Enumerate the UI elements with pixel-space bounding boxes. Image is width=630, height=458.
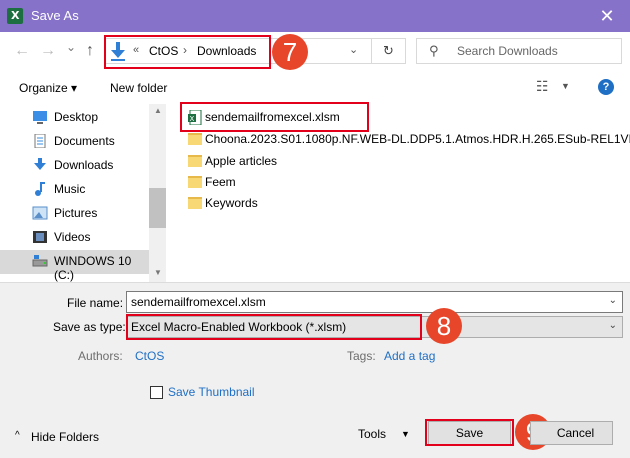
- folder-icon: [188, 197, 202, 209]
- downloads-icon: [34, 158, 46, 170]
- title-bar: Save As ✕: [0, 0, 630, 32]
- new-folder-button[interactable]: New folder: [110, 81, 167, 95]
- excel-icon: [7, 8, 23, 24]
- sidebar-item-label: Downloads: [54, 158, 114, 172]
- folder-row-keywords[interactable]: Keywords: [180, 194, 620, 214]
- sidebar-item-windows-10-drive[interactable]: WINDOWS 10 (C:): [0, 250, 149, 282]
- hide-folders-button[interactable]: Hide Folders: [31, 430, 99, 444]
- save-thumbnail-label[interactable]: Save Thumbnail: [168, 385, 255, 399]
- sidebar-item-videos[interactable]: Videos: [0, 226, 149, 250]
- save-as-type-label: Save as type:: [53, 320, 126, 334]
- help-icon[interactable]: ?: [598, 79, 614, 95]
- back-arrow-icon[interactable]: ←: [14, 42, 30, 60]
- save-as-type-dropdown-icon[interactable]: ⌄: [609, 320, 617, 331]
- sidebar-item-label: WINDOWS 10 (C:): [54, 254, 132, 282]
- music-icon: [35, 182, 45, 196]
- sidebar-item-downloads[interactable]: Downloads: [0, 154, 149, 178]
- address-history-chevron-icon[interactable]: ⌄: [349, 43, 358, 56]
- sidebar-item-label: Desktop: [54, 110, 99, 124]
- scroll-down-arrow-icon[interactable]: ▼: [154, 268, 162, 277]
- folder-icon: [188, 155, 202, 167]
- sidebar-item-label: Videos: [54, 230, 91, 244]
- folder-name-label: Apple articles: [205, 154, 278, 168]
- tools-dropdown-icon[interactable]: ▼: [401, 429, 410, 439]
- step-8-badge: 8: [426, 308, 462, 344]
- organize-button[interactable]: Organize ▾: [19, 81, 77, 95]
- documents-icon: [34, 134, 46, 148]
- command-toolbar: Organize ▾ New folder ☷ ▼ ?: [0, 70, 630, 104]
- file-name-value: sendemailfromexcel.xlsm: [131, 295, 266, 309]
- sidebar-item-label: Documents: [54, 134, 115, 148]
- scroll-up-arrow-icon[interactable]: ▲: [154, 106, 162, 115]
- folder-name-label: Keywords: [205, 196, 258, 210]
- up-arrow-icon[interactable]: ↑: [86, 42, 94, 60]
- folder-row-feem[interactable]: Feem: [180, 173, 620, 193]
- refresh-icon[interactable]: ↻: [383, 43, 394, 59]
- folder-name-label: Feem: [205, 175, 236, 189]
- drive-icon: [32, 255, 48, 267]
- folder-icon: [188, 133, 202, 145]
- desktop-icon: [33, 111, 47, 124]
- pictures-icon: [32, 206, 48, 220]
- forward-arrow-icon[interactable]: →: [40, 42, 56, 60]
- folder-icon: [188, 176, 202, 188]
- sidebar-item-music[interactable]: Music: [0, 178, 149, 202]
- address-divider: [371, 39, 372, 63]
- cancel-button[interactable]: Cancel: [530, 421, 613, 445]
- videos-icon: [33, 231, 47, 243]
- sidebar-item-documents[interactable]: Documents: [0, 130, 149, 154]
- file-name-dropdown-icon[interactable]: ⌄: [609, 295, 617, 306]
- file-name-label: File name:: [67, 296, 124, 310]
- sidebar-item-label: Music: [54, 182, 86, 196]
- tools-button[interactable]: Tools: [358, 427, 386, 441]
- tags-label: Tags:: [347, 349, 376, 363]
- search-icon: ⚲: [429, 43, 439, 58]
- view-options-icon[interactable]: ☷: [536, 78, 549, 95]
- navigation-scrollbar[interactable]: ▲ ▼: [149, 104, 166, 282]
- authors-value[interactable]: CtOS: [135, 349, 164, 363]
- navigation-pane: Desktop Documents Downloads Music Pictur…: [0, 104, 166, 282]
- search-box[interactable]: ⚲ Search Downloads: [416, 38, 622, 64]
- window-title: Save As: [31, 8, 79, 23]
- search-placeholder: Search Downloads: [457, 44, 558, 58]
- step-7-badge: 7: [272, 34, 308, 70]
- save-highlight-box: [425, 419, 514, 446]
- folder-row-choona[interactable]: Choona.2023.S01.1080p.NF.WEB-DL.DDP5.1.A…: [180, 130, 630, 150]
- sidebar-item-label: Pictures: [54, 206, 98, 220]
- folder-row-apple-articles[interactable]: Apple articles: [180, 152, 620, 172]
- save-thumbnail-checkbox[interactable]: [150, 386, 163, 399]
- file-highlight-box: [180, 102, 369, 132]
- scrollbar-thumb[interactable]: [149, 188, 166, 228]
- folder-name-label: Choona.2023.S01.1080p.NF.WEB-DL.DDP5.1.A…: [205, 132, 630, 146]
- hide-folders-chevron-icon[interactable]: ^: [15, 430, 20, 441]
- file-name-field[interactable]: sendemailfromexcel.xlsm ⌄: [126, 291, 623, 313]
- save-type-highlight-box: [126, 314, 422, 340]
- sidebar-item-pictures[interactable]: Pictures: [0, 202, 149, 226]
- address-highlight-box: [104, 35, 271, 69]
- recent-locations-chevron-icon[interactable]: ⌄: [66, 40, 76, 54]
- sidebar-item-desktop[interactable]: Desktop: [0, 106, 149, 130]
- view-dropdown-icon[interactable]: ▼: [561, 81, 570, 91]
- tags-value[interactable]: Add a tag: [384, 349, 435, 363]
- close-button[interactable]: ✕: [584, 0, 630, 32]
- authors-label: Authors:: [78, 349, 123, 363]
